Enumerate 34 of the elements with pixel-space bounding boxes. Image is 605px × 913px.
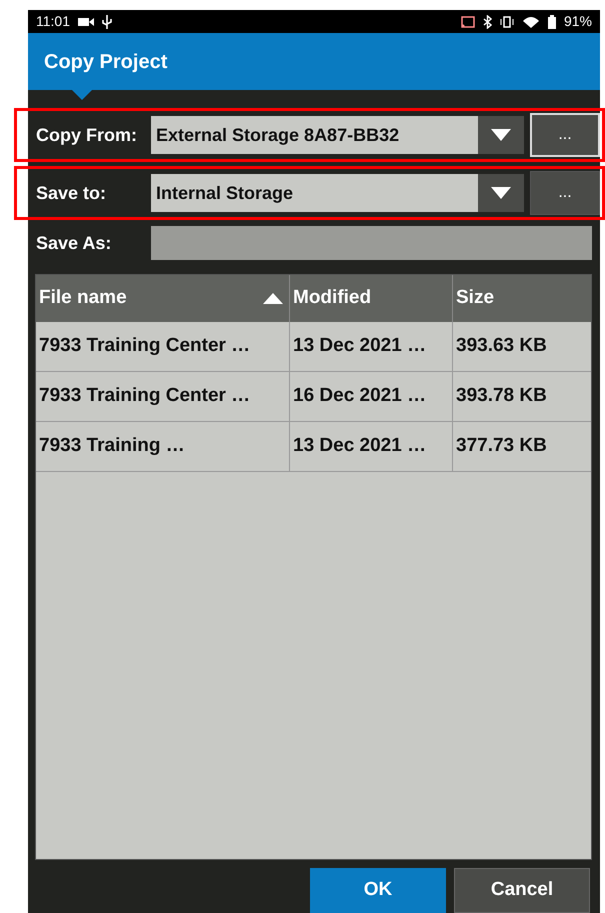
table-cell: 7933 Training Center … bbox=[36, 372, 290, 422]
field-label: Save to: bbox=[35, 182, 108, 204]
dropdown[interactable]: External Storage 8A87-BB32 bbox=[151, 116, 524, 154]
browse-button[interactable]: ... bbox=[530, 113, 600, 157]
table-cell: 16 Dec 2021 … bbox=[290, 372, 453, 422]
table-cell: 393.63 KB bbox=[453, 322, 591, 372]
table-cell: 7933 Training Center … bbox=[36, 322, 290, 372]
bluetooth-icon bbox=[482, 14, 492, 28]
field-label: Copy From: bbox=[35, 124, 138, 147]
battery-percent: 91% bbox=[564, 12, 592, 31]
cast-icon bbox=[460, 16, 475, 28]
table-cell: 13 Dec 2021 … bbox=[290, 422, 453, 472]
column-header[interactable]: Modified bbox=[290, 275, 453, 322]
column-header[interactable]: File name bbox=[36, 275, 290, 322]
table-cell: 13 Dec 2021 … bbox=[290, 322, 453, 372]
table-cell: 377.73 KB bbox=[453, 422, 591, 472]
status-time: 11:01 bbox=[36, 12, 70, 31]
battery-icon bbox=[548, 14, 556, 28]
table-cell: 393.78 KB bbox=[453, 372, 591, 422]
ok-button[interactable]: OK bbox=[310, 868, 446, 913]
dialog-title: Copy Project bbox=[44, 50, 168, 74]
wifi-icon bbox=[522, 14, 540, 28]
table-cell: 7933 Training … bbox=[36, 422, 290, 472]
video-camera-icon bbox=[78, 16, 94, 26]
vibrate-icon bbox=[500, 16, 514, 28]
usb-icon bbox=[102, 14, 112, 28]
caret-icon bbox=[491, 129, 511, 141]
input-field[interactable] bbox=[151, 226, 592, 260]
field-label: Save As: bbox=[35, 232, 112, 254]
dropdown[interactable]: Internal Storage bbox=[151, 174, 524, 212]
caret-icon bbox=[491, 187, 511, 199]
browse-button[interactable]: ... bbox=[530, 171, 600, 215]
cancel-button[interactable]: Cancel bbox=[454, 868, 590, 913]
column-header[interactable]: Size bbox=[453, 275, 591, 322]
